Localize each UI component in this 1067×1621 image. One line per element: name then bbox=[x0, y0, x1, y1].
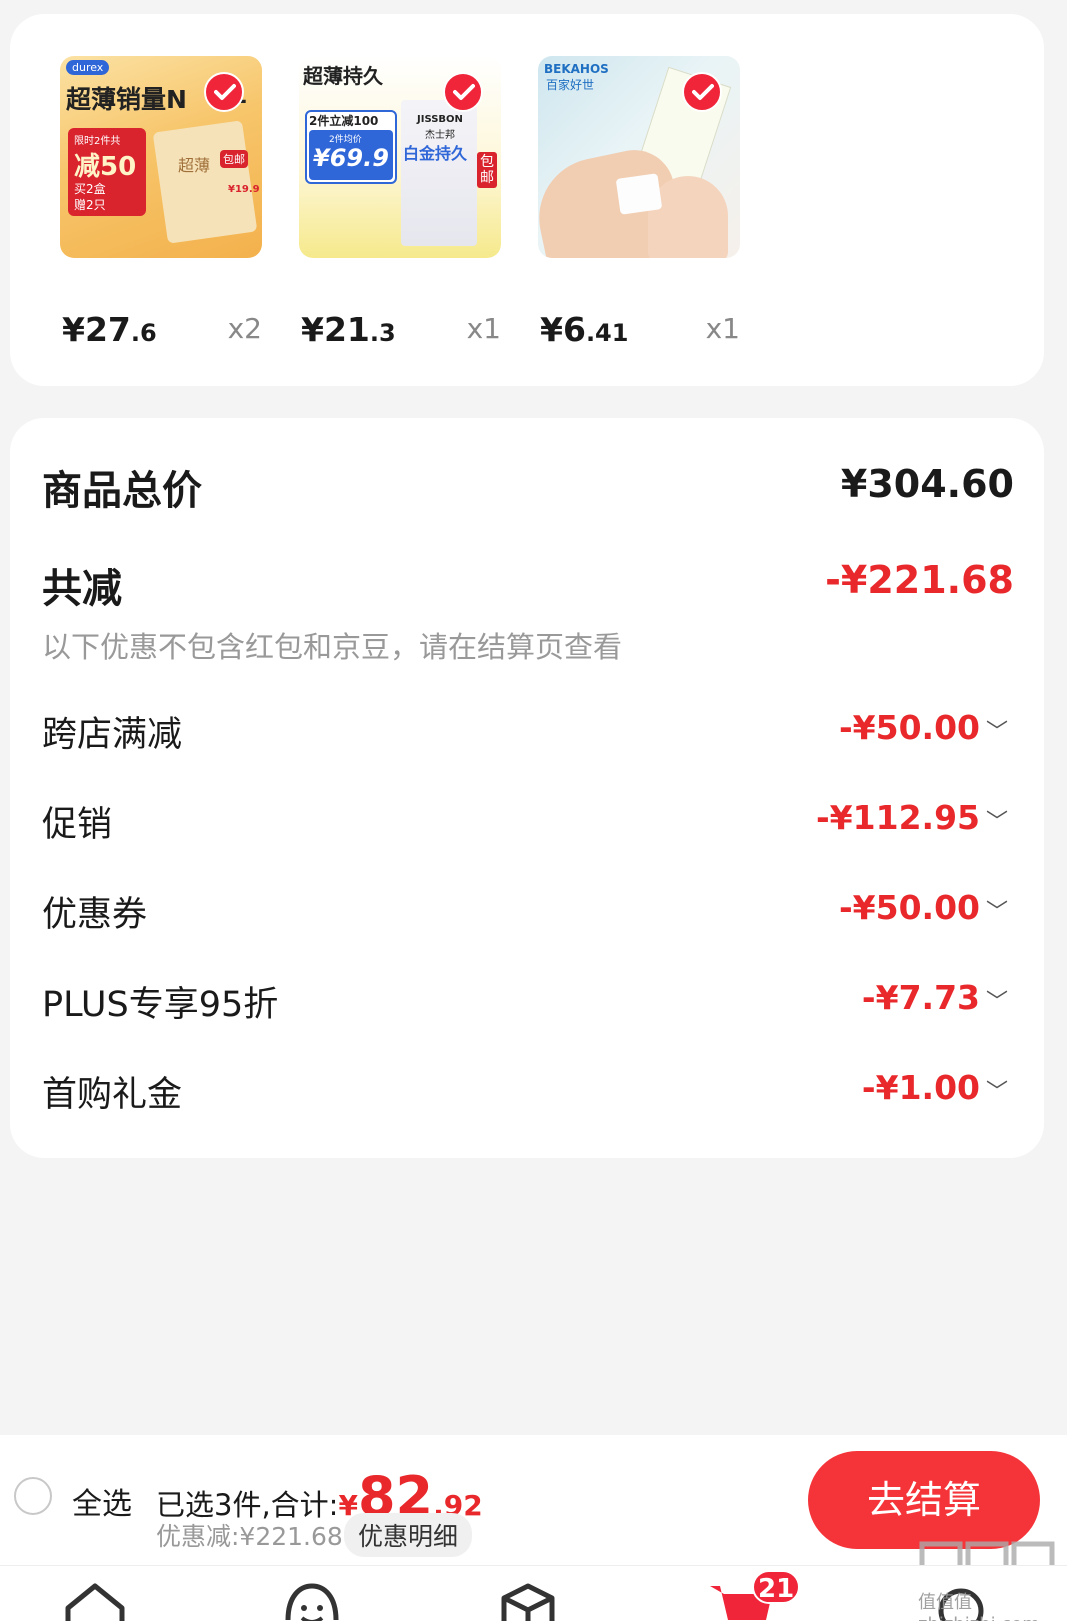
brand-logo: JISSBON bbox=[417, 114, 463, 125]
promo-text: 限时2件共 bbox=[74, 136, 121, 147]
thumb-headline: 超薄持久 bbox=[303, 64, 383, 88]
select-all-radio[interactable] bbox=[14, 1477, 52, 1515]
home-icon[interactable] bbox=[62, 1580, 128, 1621]
selected-check-icon[interactable] bbox=[204, 72, 244, 112]
discount-row-label: 首购礼金 bbox=[42, 1075, 183, 1115]
discount-amount: -¥112.95 bbox=[815, 798, 980, 837]
brand-logo: durex bbox=[66, 60, 110, 75]
promo-discount: 减50 bbox=[74, 152, 137, 182]
total-price-value: ¥304.60 bbox=[840, 462, 1014, 506]
checkout-bar: 全选 已选3件,合计:¥82.92 优惠减:¥221.68 优惠明细 去结算 bbox=[0, 1435, 1067, 1565]
price-integer: ¥27 bbox=[62, 310, 131, 349]
price-summary-card: 商品总价 ¥304.60 共减 -¥221.68 以下优惠不包含红包和京豆，请在… bbox=[10, 418, 1044, 1158]
price-decimal: .6 bbox=[130, 319, 157, 347]
discount-amount: -¥7.73 bbox=[861, 978, 980, 1017]
total-reduction-value: -¥221.68 bbox=[825, 558, 1014, 602]
total-reduction-label: 共减 bbox=[42, 566, 122, 612]
discount-row-label: 优惠券 bbox=[42, 895, 148, 935]
select-all-label[interactable]: 全选 bbox=[72, 1479, 132, 1523]
discount-row-label: PLUS专享95折 bbox=[42, 985, 279, 1025]
promo-gift: 买2盒 bbox=[74, 182, 106, 196]
product-quantity: x1 bbox=[466, 312, 501, 345]
free-shipping-tag: 包邮 bbox=[220, 150, 248, 168]
promo-text: 2件立减100 bbox=[309, 114, 379, 128]
discount-amount: -¥50.00 bbox=[838, 708, 980, 747]
product-item[interactable]: BEKAHOS 百家好世 ¥6.41 x1 bbox=[538, 56, 740, 349]
discount-amount: -¥50.00 bbox=[838, 888, 980, 927]
discount-row-value[interactable]: -¥50.00 ﹀ bbox=[838, 708, 1008, 747]
discount-row-label: 促销 bbox=[42, 805, 113, 845]
brand-logo: BEKAHOS bbox=[544, 62, 609, 76]
discover-icon[interactable] bbox=[282, 1580, 342, 1621]
selected-check-icon[interactable] bbox=[443, 72, 483, 112]
checkout-button[interactable]: 去结算 bbox=[808, 1451, 1040, 1549]
chevron-down-icon[interactable]: ﹀ bbox=[986, 984, 1008, 1016]
chevron-down-icon[interactable]: ﹀ bbox=[986, 804, 1008, 836]
price-decimal: .3 bbox=[369, 319, 396, 347]
total-price-label: 商品总价 bbox=[42, 468, 202, 514]
promo-price: ¥69.9 bbox=[313, 144, 389, 172]
discount-row-value[interactable]: -¥112.95 ﹀ bbox=[815, 798, 1008, 837]
box-text: 超薄 bbox=[178, 156, 211, 175]
product-thumbnail[interactable]: 超薄持久 2件立减100 2件均价 ¥69.9 JISSBON 杰士邦 白金持久… bbox=[299, 56, 501, 258]
brand-cn: 百家好世 bbox=[546, 78, 595, 92]
product-thumbnail[interactable]: durex 超薄销量N 1 限时2件共 减50 买2盒 赠2只 超薄 包邮 ¥1… bbox=[60, 56, 262, 258]
thumb-headline: 超薄销量N bbox=[66, 85, 187, 114]
discount-row-value[interactable]: -¥50.00 ﹀ bbox=[838, 888, 1008, 927]
watermark-text: 值值值 zhizhizhi.com bbox=[918, 1592, 1040, 1621]
brand-cn: 杰士邦 bbox=[425, 130, 455, 141]
small-price: ¥19.9 bbox=[228, 184, 260, 195]
discount-row-label: 跨店满减 bbox=[42, 715, 183, 755]
selected-check-icon[interactable] bbox=[682, 72, 722, 112]
price-integer: ¥6 bbox=[540, 310, 586, 349]
selected-products-card: durex 超薄销量N 1 限时2件共 减50 买2盒 赠2只 超薄 包邮 ¥1… bbox=[10, 14, 1044, 386]
discount-amount: -¥1.00 bbox=[861, 1068, 980, 1107]
price-integer: ¥21 bbox=[301, 310, 370, 349]
chevron-down-icon[interactable]: ﹀ bbox=[986, 894, 1008, 926]
discount-row-value[interactable]: -¥1.00 ﹀ bbox=[861, 1068, 1008, 1107]
price-decimal: .41 bbox=[585, 319, 629, 347]
cart-count-badge: 21 bbox=[752, 1570, 801, 1604]
chevron-down-icon[interactable]: ﹀ bbox=[986, 714, 1008, 746]
product-price: ¥6.41 bbox=[540, 310, 628, 349]
promo-gift-2: 赠2只 bbox=[74, 198, 106, 212]
chevron-down-icon[interactable]: ﹀ bbox=[986, 1074, 1008, 1106]
discount-note: 以下优惠不包含红包和京豆，请在结算页查看 bbox=[42, 630, 623, 664]
discount-detail-button[interactable]: 优惠明细 bbox=[344, 1513, 473, 1557]
product-price: ¥27.6 bbox=[62, 310, 157, 349]
product-item[interactable]: durex 超薄销量N 1 限时2件共 减50 买2盒 赠2只 超薄 包邮 ¥1… bbox=[60, 56, 262, 349]
box-icon[interactable] bbox=[498, 1580, 558, 1621]
product-quantity: x1 bbox=[705, 312, 740, 345]
box-text: 白金持久 bbox=[403, 144, 468, 163]
free-shipping-tag: 包邮 bbox=[477, 152, 497, 188]
bottom-tab-bar: 21 值值值 zhizhizhi.com bbox=[0, 1565, 1067, 1621]
discount-summary: 优惠减:¥221.68 bbox=[156, 1522, 343, 1551]
product-item[interactable]: 超薄持久 2件立减100 2件均价 ¥69.9 JISSBON 杰士邦 白金持久… bbox=[299, 56, 501, 349]
discount-row-value[interactable]: -¥7.73 ﹀ bbox=[861, 978, 1008, 1017]
product-quantity: x2 bbox=[227, 312, 262, 345]
product-price: ¥21.3 bbox=[301, 310, 396, 349]
product-thumbnail[interactable]: BEKAHOS 百家好世 bbox=[538, 56, 740, 258]
